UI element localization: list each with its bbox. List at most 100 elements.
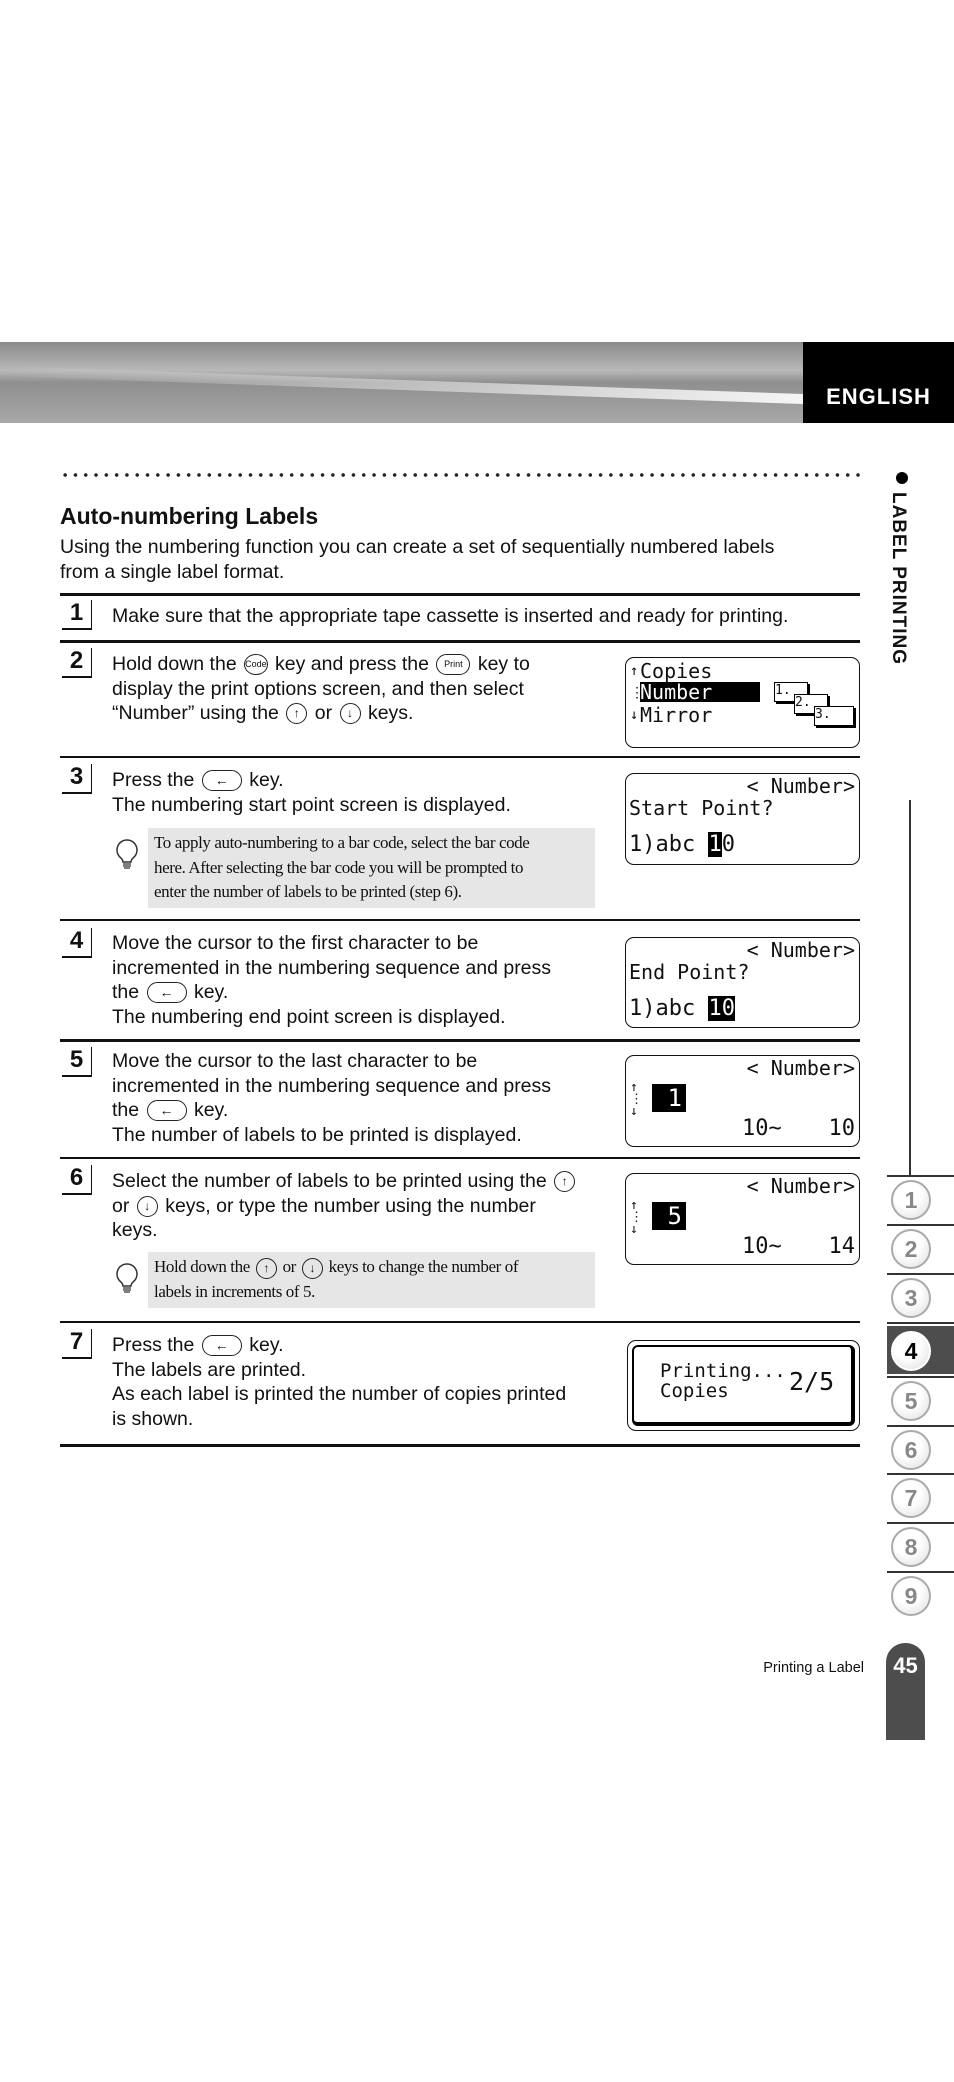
down-arrow-key-icon: ↓	[339, 703, 361, 725]
lcd-print-options: ↑ ⋮ ↓ Copies Number Mirror 1. 2. 3.	[625, 657, 860, 748]
step-text: Select the number of labels to be printe…	[112, 1169, 577, 1243]
text: The numbering end point screen is displa…	[112, 1005, 506, 1028]
chapter-number: 7	[891, 1478, 931, 1518]
down-arrow-key-icon: ↓	[136, 1195, 158, 1217]
code-key-icon: Code	[244, 654, 268, 676]
chapter-tab-6[interactable]: 6	[887, 1425, 954, 1473]
up-arrow-key-icon: ↑	[554, 1171, 576, 1193]
lcd-start-point: < Number> Start Point? 1)abc 10	[625, 773, 860, 865]
lightbulb-icon	[116, 1263, 138, 1293]
label-text: abc	[655, 996, 709, 1021]
chapter-tab-4[interactable]: 4	[887, 1326, 954, 1374]
screen-title: < Number>	[746, 1174, 855, 1198]
divider	[60, 1039, 860, 1042]
enter-key-icon: ←	[201, 1335, 242, 1357]
text: the	[112, 981, 140, 1003]
up-down-arrow-icon: ↑ ⋮ ↓	[630, 1080, 643, 1119]
text: key and press the	[275, 653, 429, 675]
step-number: 3	[62, 764, 92, 794]
screen-title: < Number>	[746, 938, 855, 962]
tab-divider	[887, 1322, 954, 1324]
chapter-number: 2	[891, 1229, 931, 1269]
text: the	[112, 1099, 140, 1121]
screen-title: < Number>	[746, 1056, 855, 1080]
lcd-end-point: < Number> End Point? 1)abc 10	[625, 937, 860, 1028]
step-number: 1	[62, 600, 92, 630]
screen-title: < Number>	[746, 774, 855, 798]
text: “Number” using the	[112, 702, 279, 724]
chapter-tab-3[interactable]: 3	[887, 1273, 954, 1321]
chapter-tab-1[interactable]: 1	[887, 1175, 954, 1223]
intro-text: Using the numbering function you can cre…	[60, 536, 775, 558]
chapter-tab-5[interactable]: 5	[887, 1376, 954, 1424]
text: Select the number of labels to be printe…	[112, 1170, 547, 1192]
tab-divider	[887, 1175, 954, 1177]
up-arrow-key-icon: ↑	[255, 1257, 277, 1279]
footer-section-title: Printing a Label	[763, 1660, 864, 1676]
lightbulb-icon	[116, 839, 138, 869]
text: is shown.	[112, 1407, 194, 1430]
language-tab: ENGLISH	[803, 342, 954, 423]
side-section-label: LABEL PRINTING	[888, 492, 909, 666]
step-text: Move the cursor to the last character to…	[112, 1049, 551, 1147]
text: incremented in the numbering sequence an…	[112, 1074, 552, 1097]
print-key-icon: Print	[436, 654, 471, 676]
lcd-printing: Printing... Copies 2/5	[627, 1340, 860, 1431]
tab-divider	[887, 1571, 954, 1573]
text: keys, or type the number using the numbe…	[165, 1194, 536, 1217]
range-end: 14	[828, 1234, 856, 1259]
text: key.	[193, 981, 229, 1003]
text: display the print options screen, and th…	[112, 677, 524, 700]
chapter-tab-2[interactable]: 2	[887, 1224, 954, 1272]
screen-prompt: End Point?	[629, 960, 750, 984]
range-start: 10~	[742, 1234, 782, 1259]
divider	[60, 1321, 860, 1323]
divider	[60, 640, 860, 643]
text: keys.	[367, 702, 414, 724]
tip-note: Hold down the ↑ or ↓ keys to change the …	[148, 1252, 595, 1308]
enter-key-icon: ←	[146, 982, 187, 1004]
chapter-number: 6	[891, 1430, 931, 1470]
count-value: 5	[652, 1202, 686, 1230]
divider	[60, 593, 860, 596]
intro-text: from a single label format.	[60, 561, 285, 583]
chapter-tab-8[interactable]: 8	[887, 1522, 954, 1570]
text: or	[282, 1257, 297, 1276]
text: Press the	[112, 769, 195, 791]
step-number: 5	[62, 1047, 92, 1077]
count-value: 1	[652, 1084, 686, 1112]
text: incremented in the numbering sequence an…	[112, 956, 552, 979]
header-banner	[0, 342, 803, 423]
tab-guide-line	[909, 800, 911, 1175]
selected-digits: 10	[708, 996, 735, 1021]
tab-divider	[887, 1522, 954, 1524]
chapter-number: 9	[891, 1576, 931, 1616]
text: key.	[249, 769, 284, 791]
enter-key-icon: ←	[146, 1100, 187, 1122]
text: The number of labels to be printed is di…	[112, 1123, 522, 1146]
divider	[60, 756, 860, 758]
text: Hold down the	[154, 1257, 250, 1276]
text: keys.	[112, 1219, 158, 1241]
chapter-number: 1	[891, 1180, 931, 1220]
divider	[60, 1157, 860, 1159]
text: enter the number of labels to be printed…	[154, 882, 462, 901]
lcd-label-count: < Number> ↑ ⋮ ↓ 5 10~ 14	[625, 1173, 860, 1265]
text: here. After selecting the bar code you w…	[154, 857, 524, 877]
page-number: 45	[886, 1643, 925, 1740]
step-number: 7	[62, 1329, 92, 1359]
tab-divider	[887, 1425, 954, 1427]
lcd-label-count: < Number> ↑ ⋮ ↓ 1 10~ 10	[625, 1055, 860, 1147]
text: The labels are printed.	[112, 1358, 307, 1381]
chapter-tab-9[interactable]: 9	[887, 1571, 954, 1619]
text: key.	[193, 1099, 229, 1121]
option: Mirror	[640, 703, 713, 727]
chapter-tab-7[interactable]: 7	[887, 1473, 954, 1521]
label-text: abc	[655, 832, 709, 857]
chapter-number: 3	[891, 1278, 931, 1318]
text: Press the	[112, 1334, 195, 1356]
option-selected: Number	[640, 682, 760, 702]
text: Hold down the	[112, 653, 237, 675]
step-number: 6	[62, 1165, 92, 1195]
text: To apply auto-numbering to a bar code, s…	[154, 833, 530, 852]
